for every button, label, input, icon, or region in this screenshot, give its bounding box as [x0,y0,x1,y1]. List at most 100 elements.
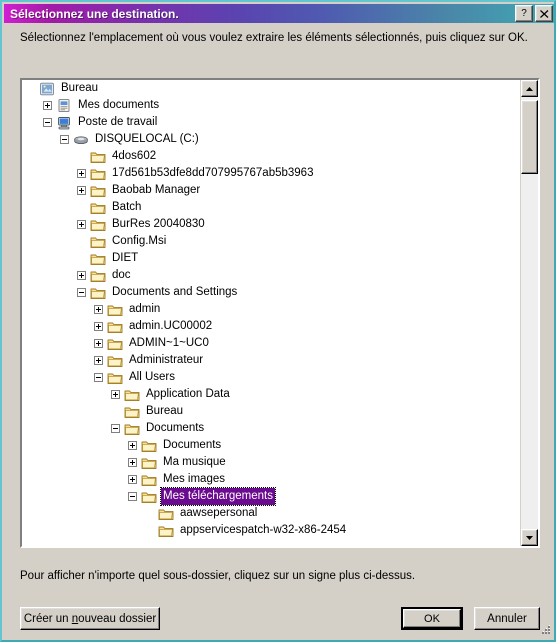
scroll-down-button[interactable] [521,529,538,546]
tree-item[interactable]: appservicespatch-w32-x86-2454 [22,522,521,539]
tree-item[interactable]: Mes images [22,471,521,488]
expand-toggle-plus-icon[interactable] [77,271,86,280]
tree-item-label: BurRes 20040830 [112,218,205,230]
tree-item-label: Batch [112,201,142,213]
tree-item[interactable]: Documents [22,420,521,437]
scroll-up-button[interactable] [521,80,538,97]
expand-toggle-plus-icon[interactable] [77,220,86,229]
folder-icon [158,526,174,537]
desktop-icon [40,82,54,95]
ok-button[interactable]: OK [401,607,463,630]
scrollbar-track[interactable] [521,97,538,529]
down-arrow-icon [526,535,533,540]
vertical-scrollbar[interactable] [520,80,538,546]
tree-item-label: DIET [112,252,139,264]
expand-toggle-minus-icon[interactable] [43,118,52,127]
tree-item-label: Documents [163,439,222,451]
tree-item[interactable]: Batch [22,199,521,216]
folder-icon [141,441,157,452]
prompt-text: Sélectionnez l'emplacement où vous voule… [20,32,528,44]
expand-toggle-plus-icon[interactable] [128,458,137,467]
tree-item-label: admin [129,303,161,315]
tree-item-label: DISQUELOCAL (C:) [95,133,199,145]
folder-icon [90,220,106,231]
folder-icon [90,152,106,163]
expand-toggle-plus-icon[interactable] [43,101,52,110]
scrollbar-thumb[interactable] [521,100,538,174]
tree-item[interactable]: Ma musique [22,454,521,471]
expand-toggle-minus-icon[interactable] [128,492,137,501]
tree-item[interactable]: DIET [22,250,521,267]
tree-item-label: Mes documents [78,99,160,111]
tree-item[interactable]: Documents and Settings [22,284,521,301]
title-bar[interactable]: Sélectionnez une destination. ? [4,4,556,23]
expand-toggle-plus-icon[interactable] [94,356,103,365]
tree-item-label: Baobab Manager [112,184,201,196]
tree-item[interactable]: Bureau [22,403,521,420]
help-button[interactable]: ? [515,5,533,22]
tree-item[interactable]: Config.Msi [22,233,521,250]
tree-item[interactable]: Mes documents [22,97,521,114]
drive-icon [74,135,88,144]
tree-item-label: Application Data [146,388,230,400]
tree-item[interactable]: 4dos602 [22,148,521,165]
expand-toggle-plus-icon[interactable] [128,441,137,450]
folder-icon [90,254,106,265]
tree-item-label: Documents [146,422,205,434]
expand-toggle-plus-icon[interactable] [128,475,137,484]
create-new-folder-button[interactable]: Créer un nouveau dossier [20,607,160,630]
expand-toggle-plus-icon[interactable] [77,169,86,178]
folder-tree[interactable]: Bureau Mes documents Poste de travail DISQU… [22,80,521,546]
expand-toggle-plus-icon[interactable] [94,322,103,331]
window-title: Sélectionnez une destination. [10,6,179,21]
tree-item-label: ADMIN~1~UC0 [129,337,209,349]
tree-item[interactable]: Documents [22,437,521,454]
tree-item-label: Bureau [61,82,99,94]
folder-icon [90,288,106,299]
folder-icon [124,390,140,401]
expand-toggle-plus-icon[interactable] [94,339,103,348]
tree-item[interactable]: Bureau [22,80,521,97]
expand-toggle-plus-icon[interactable] [111,390,120,399]
resize-grip-icon[interactable] [539,625,551,637]
folder-icon [107,305,123,316]
folder-icon [107,339,123,350]
tree-item[interactable]: DISQUELOCAL (C:) [22,131,521,148]
folder-icon [107,356,123,367]
folder-icon [124,407,140,418]
tree-item-label: Documents and Settings [112,286,238,298]
folder-icon [90,203,106,214]
tree-item[interactable]: BurRes 20040830 [22,216,521,233]
expand-toggle-minus-icon[interactable] [94,373,103,382]
close-button[interactable] [535,5,553,22]
tree-item[interactable]: 17d561b53dfe8dd707995767ab5b3963 [22,165,521,182]
folder-icon [107,322,123,333]
expand-toggle-minus-icon[interactable] [60,135,69,144]
expand-toggle-plus-icon[interactable] [94,305,103,314]
expand-toggle-minus-icon[interactable] [77,288,86,297]
browse-for-folder-dialog: Sélectionnez une destination. ? Sélectio… [0,0,556,642]
close-icon [539,9,548,18]
folder-tree-panel[interactable]: Bureau Mes documents Poste de travail DISQU… [20,78,540,548]
tree-item[interactable]: Administrateur [22,352,521,369]
expand-toggle-minus-icon[interactable] [111,424,120,433]
tree-item[interactable]: doc [22,267,521,284]
tree-item[interactable]: All Users [22,369,521,386]
tree-item[interactable]: admin.UC00002 [22,318,521,335]
tree-item[interactable]: Baobab Manager [22,182,521,199]
tree-item[interactable]: admin [22,301,521,318]
tree-item-label: Mes images [163,473,225,485]
tree-item-label: Poste de travail [78,116,158,128]
tree-item[interactable]: Application Data [22,386,521,403]
computer-icon [58,116,70,129]
tree-item[interactable]: Mes téléchargements [22,487,521,506]
expand-toggle-plus-icon[interactable] [77,186,86,195]
folder-icon [90,186,106,197]
cancel-button[interactable]: Annuler [474,607,540,630]
tree-item[interactable]: aawsepersonal [22,505,521,522]
tree-item[interactable]: ADMIN~1~UC0 [22,335,521,352]
title-bar-buttons: ? [515,5,553,22]
tree-item[interactable]: Poste de travail [22,114,521,131]
folder-icon [124,424,140,435]
ok-button-label: OK [424,612,440,625]
